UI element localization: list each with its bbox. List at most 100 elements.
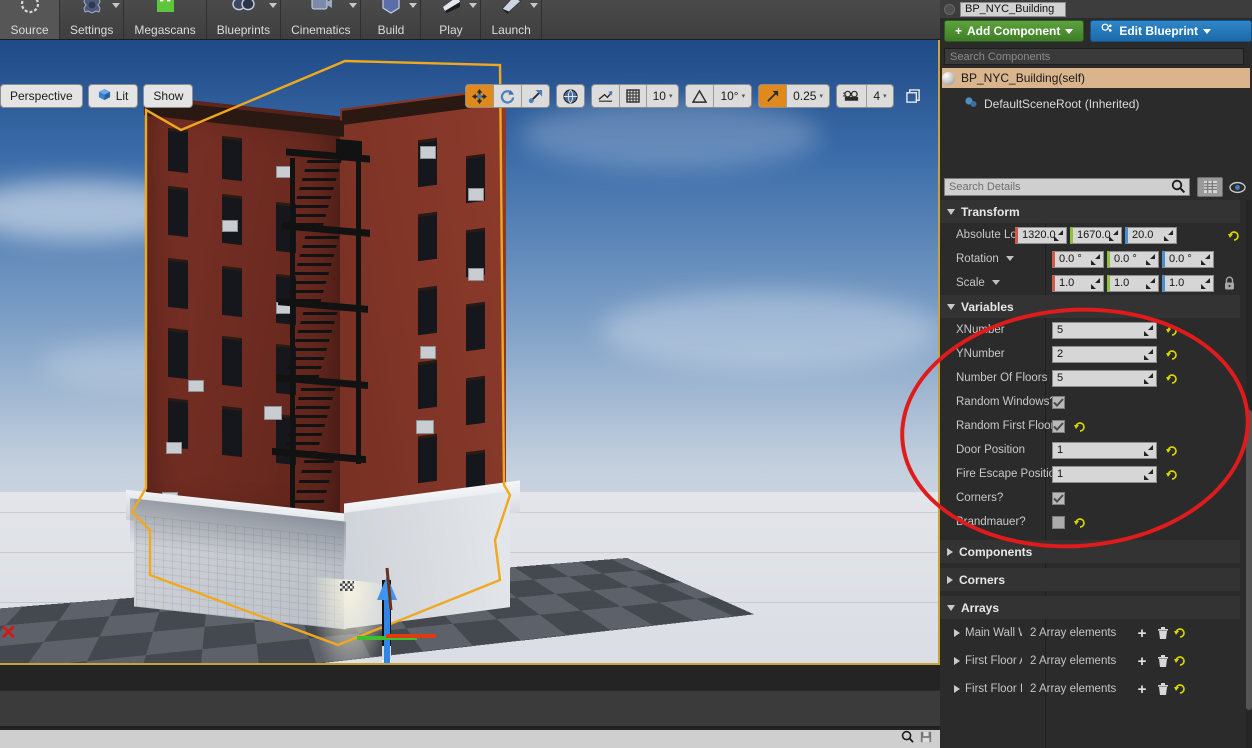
toolbar-item-cinematics[interactable]: Cinematics — [281, 0, 362, 39]
fireescapeposition-field[interactable]: 1 — [1052, 465, 1157, 483]
scale-x-field[interactable]: 1.0 — [1052, 274, 1104, 292]
chevron-down-icon[interactable] — [112, 3, 121, 8]
object-name-field[interactable]: BP_NYC_Building — [960, 1, 1066, 17]
array-label-mainwallwindows[interactable]: Main Wall Windows Array — [940, 627, 1022, 639]
add-component-button[interactable]: + Add Component — [944, 20, 1085, 42]
chevron-down-icon[interactable] — [269, 3, 278, 8]
component-row-self[interactable]: BP_NYC_Building(self) — [942, 68, 1250, 88]
scale-snap-value[interactable]: 0.25 ▾ — [787, 85, 829, 107]
search-details-input[interactable]: Search Details — [944, 178, 1190, 196]
randomwindows-checkbox[interactable] — [1052, 395, 1065, 409]
maximize-viewport-button[interactable] — [900, 84, 926, 108]
location-y-field[interactable]: 1670.0 — [1070, 226, 1122, 244]
chevron-down-icon[interactable] — [529, 3, 538, 8]
spinner-icon[interactable] — [1145, 253, 1156, 266]
array-label-firstfloor[interactable]: First Floor Array — [940, 655, 1022, 667]
bottom-panel[interactable] — [0, 690, 940, 728]
translate-mode-button[interactable] — [465, 85, 494, 107]
chevron-down-icon[interactable] — [1006, 256, 1015, 262]
location-z-field[interactable]: 20.0 — [1125, 226, 1177, 244]
component-row-defaultsceneroot[interactable]: DefaultSceneRoot (Inherited) — [942, 94, 1250, 114]
revert-icon[interactable] — [1166, 324, 1178, 336]
world-coordinate-toggle[interactable] — [557, 85, 584, 107]
rotate-mode-button[interactable] — [494, 85, 522, 107]
camera-speed-value[interactable]: 4 ▾ — [867, 85, 893, 107]
chevron-down-icon[interactable] — [409, 3, 418, 8]
viewport-perspective-button[interactable]: Perspective — [0, 84, 83, 108]
randomfirstfloor-checkbox[interactable] — [1052, 419, 1065, 433]
edit-blueprint-button[interactable]: Edit Blueprint — [1090, 20, 1252, 42]
category-variables[interactable]: Variables — [940, 295, 1240, 318]
revert-icon[interactable] — [1166, 444, 1178, 456]
spinner-icon[interactable] — [1143, 468, 1154, 481]
rotation-x-field[interactable]: 0.0 ° — [1052, 250, 1104, 268]
array-delete-icon[interactable] — [1152, 626, 1174, 640]
scale-lock-icon[interactable] — [1223, 276, 1236, 291]
ynumber-field[interactable]: 2 — [1052, 345, 1157, 363]
array-add-icon[interactable]: + — [1132, 653, 1152, 670]
spinner-icon[interactable] — [1143, 324, 1154, 337]
toolbar-item-settings[interactable]: Settings — [60, 0, 125, 39]
spinner-icon[interactable] — [1143, 348, 1154, 361]
spinner-icon[interactable] — [1053, 229, 1064, 242]
spinner-icon[interactable] — [1200, 253, 1211, 266]
spinner-icon[interactable] — [1090, 277, 1101, 290]
category-corners[interactable]: Corners — [940, 568, 1240, 591]
details-scrollbar-thumb[interactable] — [1246, 410, 1252, 710]
revert-icon[interactable] — [1174, 627, 1186, 639]
spinner-icon[interactable] — [1090, 253, 1101, 266]
spinner-icon[interactable] — [1143, 444, 1154, 457]
spinner-icon[interactable] — [1200, 277, 1211, 290]
rotation-y-field[interactable]: 0.0 ° — [1107, 250, 1159, 268]
brandmauer-checkbox[interactable] — [1052, 515, 1065, 529]
search-components-input[interactable]: Search Components — [944, 48, 1244, 65]
array-delete-icon[interactable] — [1152, 654, 1174, 668]
numberoffloors-field[interactable]: 5 — [1052, 369, 1157, 387]
category-transform[interactable]: Transform — [940, 200, 1240, 223]
grid-snap-toggle[interactable] — [620, 85, 647, 107]
array-label-firstfloordoors[interactable]: First Floor Doors Array — [940, 683, 1022, 695]
doorposition-field[interactable]: 1 — [1052, 441, 1157, 459]
chevron-down-icon[interactable] — [991, 280, 1000, 286]
revert-icon[interactable] — [1166, 348, 1178, 360]
camera-speed-icon[interactable] — [837, 85, 867, 107]
toolbar-item-blueprints[interactable]: Blueprints — [207, 0, 282, 39]
array-delete-icon[interactable] — [1152, 682, 1174, 696]
revert-icon[interactable] — [1166, 468, 1178, 480]
grid-snap-value[interactable]: 10 ▾ — [647, 85, 679, 107]
xnumber-field[interactable]: 5 — [1052, 321, 1157, 339]
revert-icon[interactable] — [1174, 683, 1186, 695]
category-arrays[interactable]: Arrays — [940, 596, 1240, 619]
object-radio-icon[interactable] — [944, 3, 955, 15]
toolbar-item-build[interactable]: Build — [361, 0, 422, 39]
details-visibility-button[interactable] — [1227, 178, 1247, 196]
surface-snap-toggle[interactable] — [592, 85, 620, 107]
viewport-show-button[interactable]: Show — [143, 84, 194, 108]
category-components[interactable]: Components — [940, 540, 1240, 563]
array-add-icon[interactable]: + — [1132, 625, 1152, 642]
revert-icon[interactable] — [1074, 420, 1086, 432]
toolbar-item-source[interactable]: Source — [0, 0, 60, 39]
revert-icon[interactable] — [1174, 655, 1186, 667]
scale-y-field[interactable]: 1.0 — [1107, 274, 1159, 292]
details-scrollbar-track[interactable] — [1246, 200, 1252, 748]
spinner-icon[interactable] — [1163, 229, 1174, 242]
scale-mode-button[interactable] — [522, 85, 549, 107]
array-add-icon[interactable]: + — [1132, 681, 1152, 698]
save-icon[interactable] — [920, 730, 932, 748]
rotation-z-field[interactable]: 0.0 ° — [1162, 250, 1214, 268]
level-viewport[interactable]: Perspective Lit Show 10 ▾ 10° ▾ 0.25 ▾ 4… — [0, 40, 940, 665]
search-icon[interactable] — [901, 730, 914, 748]
rotation-snap-value[interactable]: 10° ▾ — [714, 85, 751, 107]
viewport-lit-button[interactable]: Lit — [87, 84, 139, 108]
toolbar-item-launch[interactable]: Launch — [481, 0, 542, 39]
toolbar-item-play[interactable]: Play — [421, 0, 482, 39]
location-x-field[interactable]: 1320.0 — [1015, 226, 1067, 244]
spinner-icon[interactable] — [1108, 229, 1119, 242]
scale-z-field[interactable]: 1.0 — [1162, 274, 1214, 292]
revert-icon[interactable] — [1166, 372, 1178, 384]
scale-snap-toggle[interactable] — [759, 85, 788, 107]
revert-icon[interactable] — [1074, 516, 1086, 528]
chevron-down-icon[interactable] — [469, 3, 478, 8]
spinner-icon[interactable] — [1143, 372, 1154, 385]
